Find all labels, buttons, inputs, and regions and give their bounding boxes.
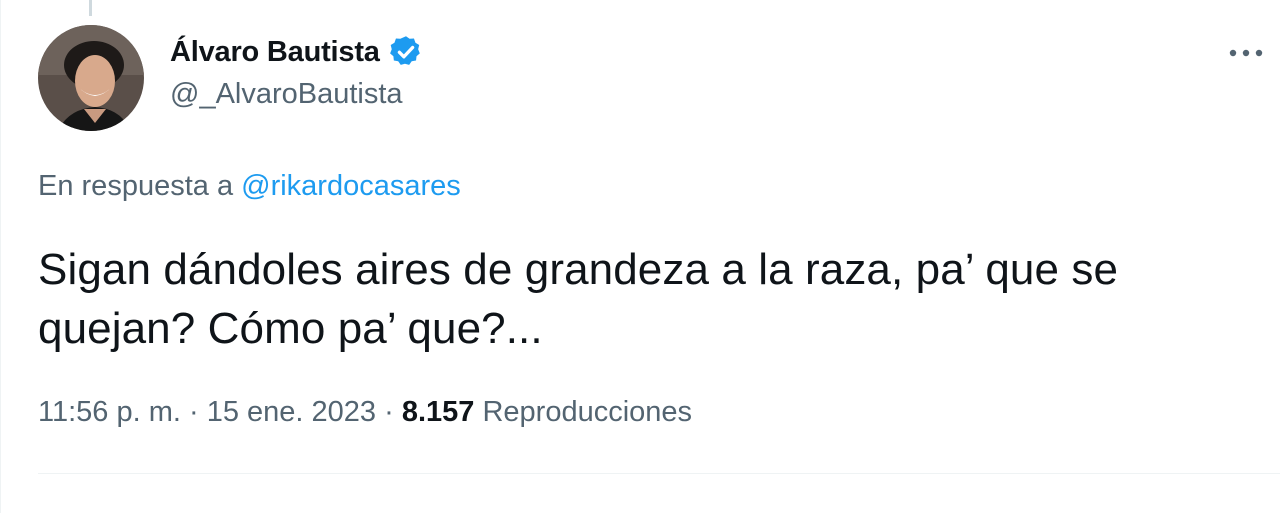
avatar-image: [38, 25, 144, 131]
tweet-text-line: Sigan dándoles aires de grandeza a la ra…: [38, 245, 1119, 294]
views-label: Reproducciones: [474, 396, 693, 428]
author-display-name[interactable]: Álvaro Bautista: [170, 36, 380, 69]
reply-to-mention-link[interactable]: @rikardocasares: [241, 170, 461, 202]
author-handle[interactable]: @_AlvaroBautista: [170, 78, 424, 111]
tweet-text-line: quejan? Cómo pa’ que?...: [38, 304, 543, 353]
tweet-text: Sigan dándoles aires de grandeza a la ra…: [38, 240, 1258, 358]
author-block: Álvaro Bautista @_AlvaroBautista: [170, 32, 424, 111]
author-name-row: Álvaro Bautista: [170, 32, 424, 72]
tweet-metadata: 11:56 p. m. · 15 ene. 2023 · 8.157 Repro…: [38, 396, 692, 429]
meta-separator: ·: [180, 396, 207, 428]
tweet-detail: Álvaro Bautista @_AlvaroBautista En resp…: [0, 0, 1280, 513]
tweet-time-link[interactable]: 11:56 p. m.: [38, 396, 181, 428]
left-border: [0, 0, 1, 513]
divider: [38, 473, 1280, 474]
more-options-icon: [1229, 49, 1263, 57]
more-options-button[interactable]: [1226, 38, 1266, 68]
meta-separator: ·: [376, 396, 402, 428]
views-count: 8.157: [401, 396, 475, 428]
thread-connector-line: [89, 0, 92, 16]
tweet-date-link[interactable]: 15 ene. 2023: [207, 396, 376, 428]
avatar[interactable]: [38, 25, 144, 131]
verified-badge-icon: [388, 34, 424, 70]
reply-context: En respuesta a @rikardocasares: [38, 170, 461, 203]
reply-to-prefix: En respuesta a: [38, 170, 242, 202]
